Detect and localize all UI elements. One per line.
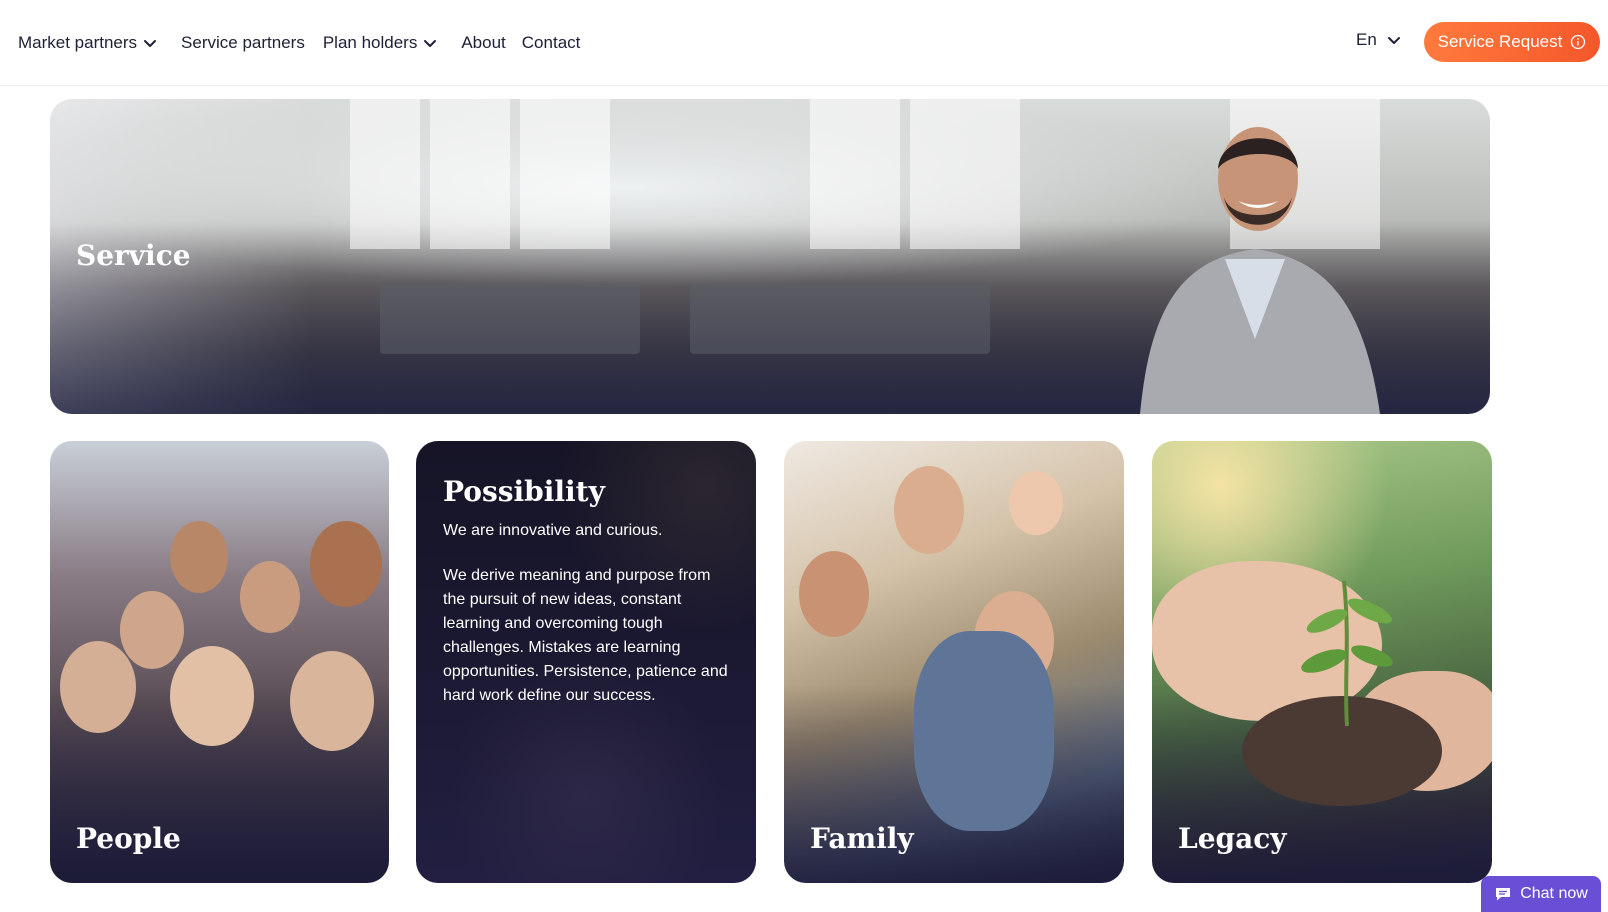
nav-contact[interactable]: Contact xyxy=(522,33,581,53)
chat-label: Chat now xyxy=(1520,885,1588,902)
people-card[interactable]: People xyxy=(50,441,389,883)
nav-about[interactable]: About xyxy=(461,33,505,53)
nav-label: Plan holders xyxy=(322,33,418,52)
possibility-lead: We are innovative and curious. xyxy=(443,522,663,539)
office-window xyxy=(520,99,610,249)
info-icon xyxy=(1571,34,1586,50)
office-window xyxy=(810,99,900,249)
face-shape xyxy=(120,591,184,669)
chat-bubble-icon xyxy=(1496,888,1511,901)
smiling-man-image xyxy=(1140,127,1380,414)
nav-label: Market partners xyxy=(18,33,138,52)
face-shape xyxy=(1009,471,1063,535)
main-nav: Market partners Service partners Plan ho… xyxy=(18,0,580,86)
face-shape xyxy=(290,651,374,751)
office-desk xyxy=(380,284,640,354)
people-title: People xyxy=(76,822,181,855)
office-desk xyxy=(690,284,990,354)
face-shape xyxy=(170,521,228,593)
legacy-card[interactable]: Legacy xyxy=(1152,441,1492,883)
service-request-button[interactable]: Service Request xyxy=(1424,22,1600,62)
chevron-down-icon xyxy=(144,40,157,47)
nav-service-partners[interactable]: Service partners xyxy=(181,33,305,53)
nav-market-partners[interactable]: Market partners xyxy=(18,33,157,53)
face-shape xyxy=(310,521,382,607)
chevron-down-icon xyxy=(1387,37,1400,44)
nav-label: Service partners xyxy=(181,33,305,52)
face-shape xyxy=(60,641,136,733)
service-request-label: Service Request xyxy=(1437,32,1563,51)
possibility-title: Possibility xyxy=(443,475,605,508)
legacy-title: Legacy xyxy=(1178,822,1287,855)
chevron-down-icon xyxy=(424,40,437,47)
face-shape xyxy=(799,551,869,637)
language-label: En xyxy=(1356,30,1377,49)
office-window xyxy=(350,99,420,249)
chat-now-button[interactable]: Chat now xyxy=(1481,876,1601,912)
face-shape xyxy=(894,466,964,554)
language-selector[interactable]: En xyxy=(1356,30,1401,50)
office-window xyxy=(430,99,510,249)
possibility-card[interactable]: Possibility We are innovative and curiou… xyxy=(416,441,756,883)
seedling-image xyxy=(1301,580,1393,727)
service-card[interactable]: Service xyxy=(50,99,1490,414)
service-title: Service xyxy=(76,239,191,272)
face-shape xyxy=(170,646,254,746)
office-window xyxy=(910,99,1020,249)
shirt-shape xyxy=(914,631,1054,831)
site-header: Market partners Service partners Plan ho… xyxy=(0,0,1608,86)
nav-label: Contact xyxy=(521,33,581,52)
nav-label: About xyxy=(461,33,506,52)
face-shape xyxy=(240,561,300,633)
family-title: Family xyxy=(810,822,914,855)
possibility-body: We derive meaning and purpose from the p… xyxy=(443,567,728,704)
family-card[interactable]: Family xyxy=(784,441,1124,883)
nav-plan-holders[interactable]: Plan holders xyxy=(323,33,438,53)
